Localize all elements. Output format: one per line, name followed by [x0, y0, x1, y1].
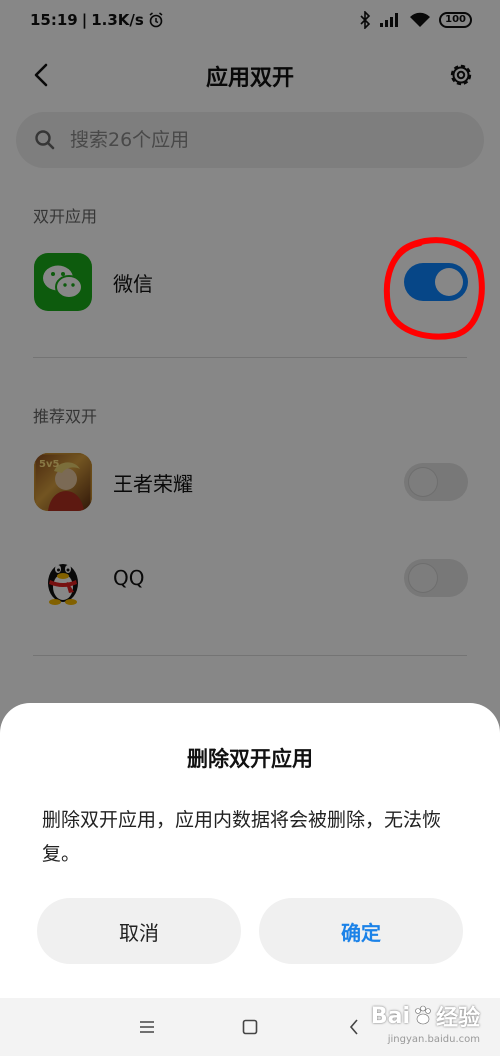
dialog-title: 删除双开应用: [187, 747, 313, 771]
menu-icon: [140, 1021, 154, 1033]
chevron-left-icon: [349, 1019, 358, 1035]
menu-nav-button[interactable]: [132, 1012, 162, 1042]
watermark-suffix: 经验: [435, 1006, 480, 1031]
back-nav-button[interactable]: [339, 1012, 369, 1042]
home-nav-button[interactable]: [235, 1012, 265, 1042]
watermark-brand: Bai: [370, 1003, 410, 1029]
home-square-icon: [242, 1019, 258, 1035]
red-annotation-circle: [383, 237, 485, 340]
confirm-button[interactable]: 确定: [259, 898, 463, 964]
watermark-url: jingyan.baidu.com: [387, 1034, 480, 1045]
baidu-jingyan-watermark: Bai 经验 jingyan.baidu.com: [370, 1000, 480, 1046]
system-nav-bar: Bai 经验 jingyan.baidu.com: [0, 998, 500, 1056]
paw-icon: [415, 1005, 431, 1025]
cancel-button[interactable]: 取消: [37, 898, 241, 964]
delete-dual-app-dialog: 删除双开应用 删除双开应用，应用内数据将会被删除，无法恢复。 取消 确定: [0, 703, 500, 998]
dialog-message: 删除双开应用，应用内数据将会被删除，无法恢复。: [42, 809, 442, 865]
